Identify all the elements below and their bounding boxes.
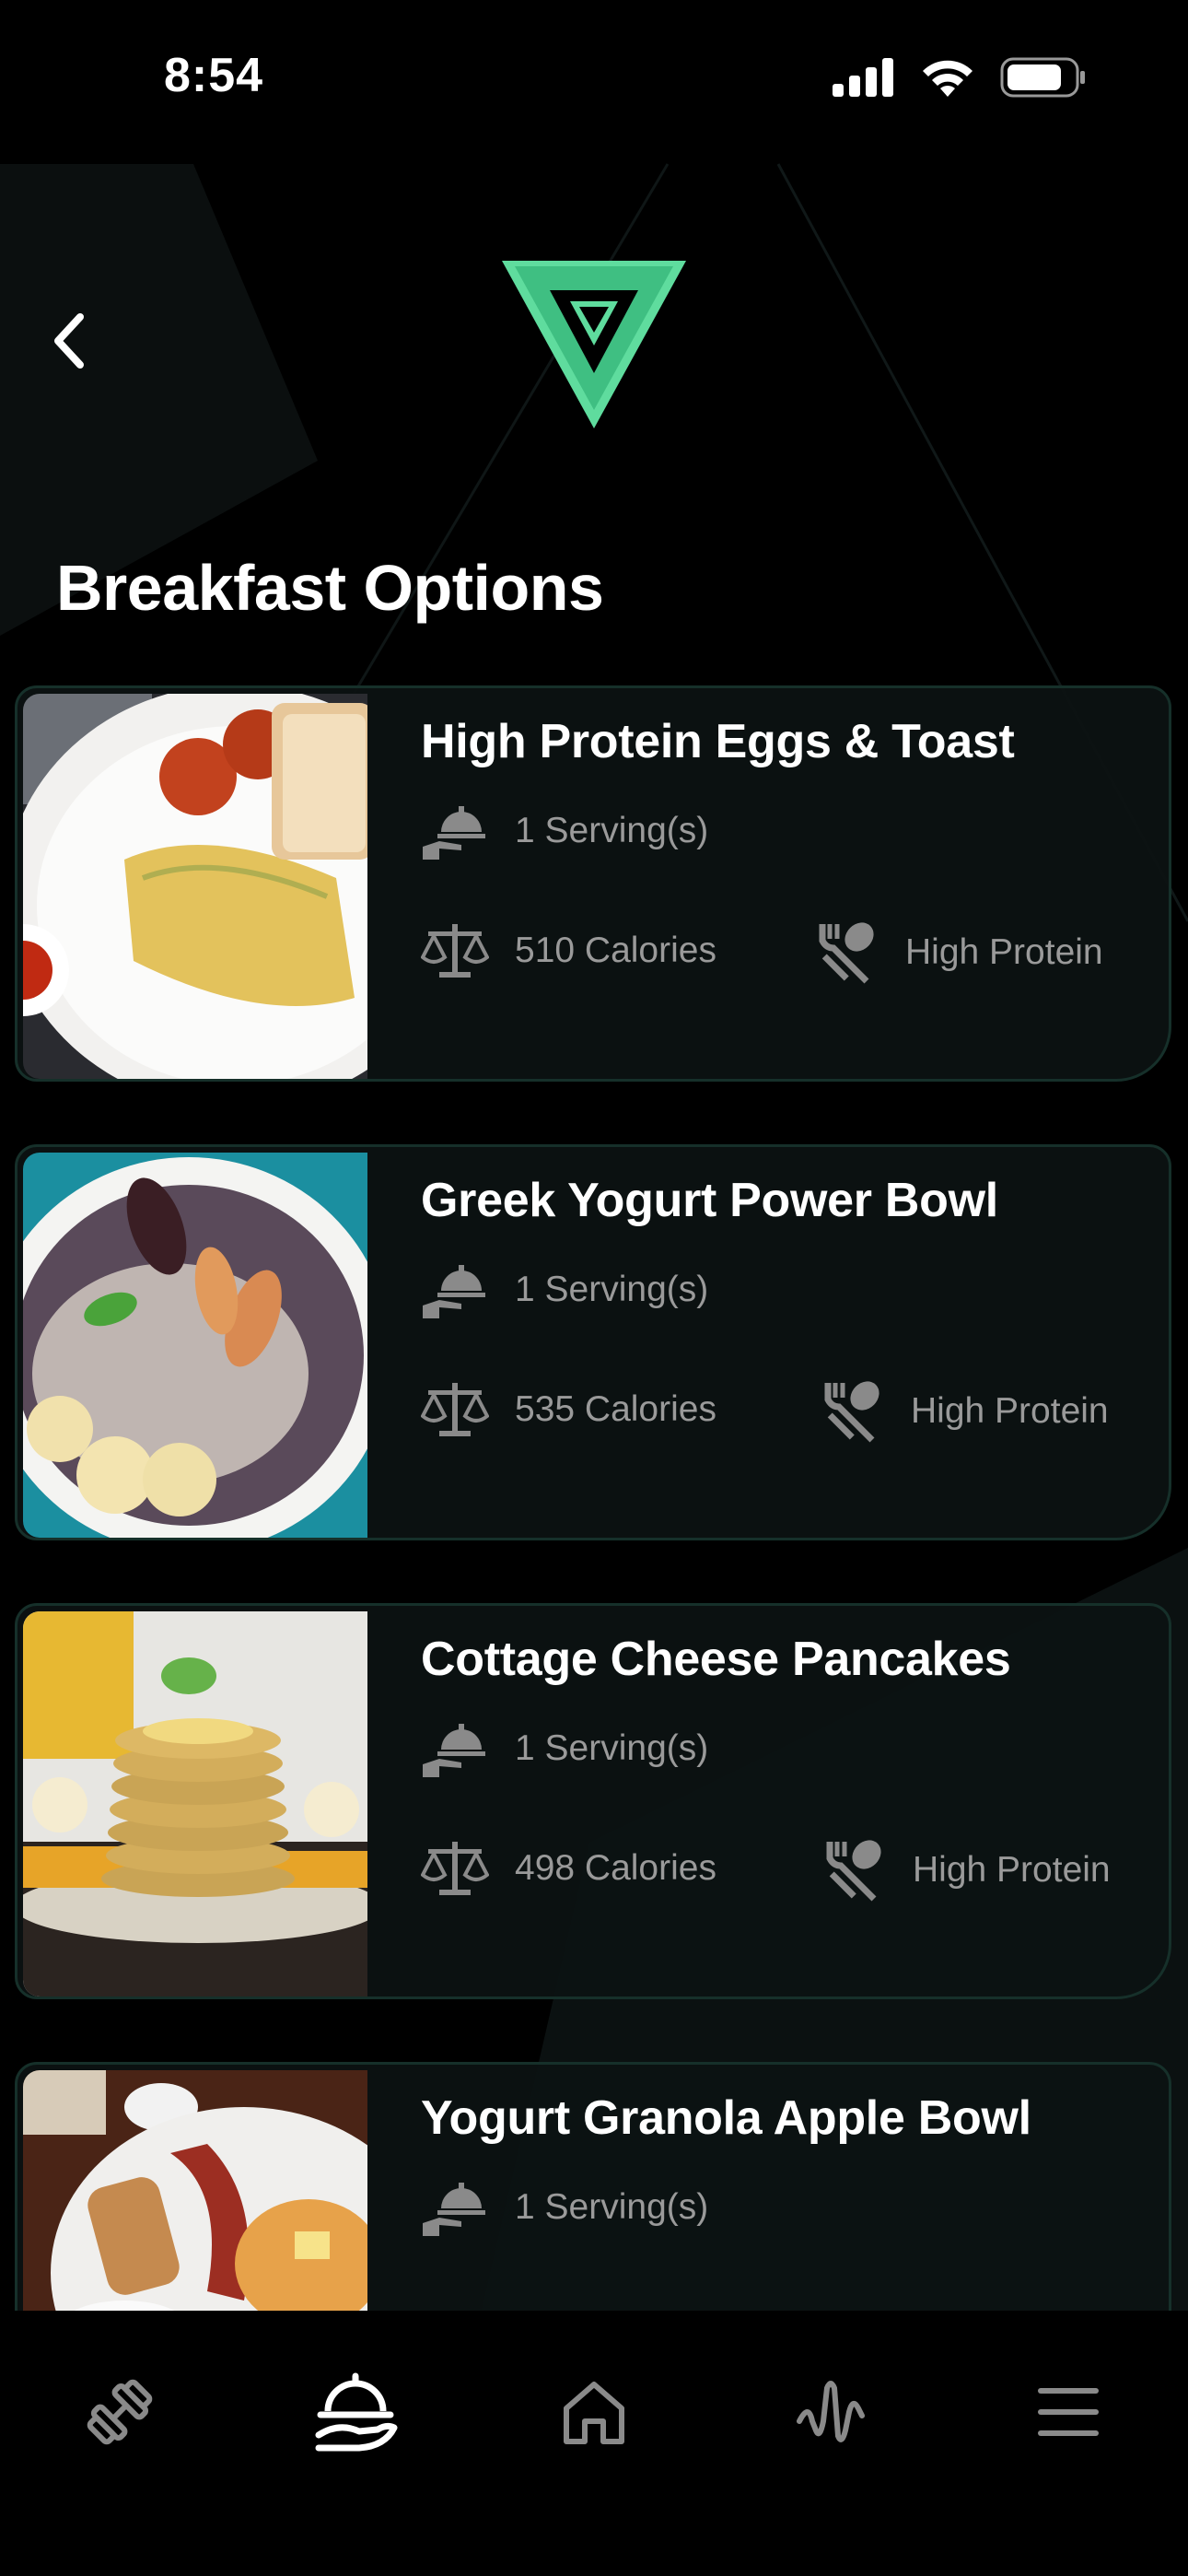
tab-workouts[interactable]: [74, 2366, 166, 2458]
meal-calories: 510 Calories: [421, 920, 716, 981]
serving-tray-icon: [423, 1265, 485, 1318]
wifi-icon: [923, 60, 973, 97]
serving-tray-icon: [423, 1724, 485, 1777]
brand-logo: [502, 261, 686, 428]
meal-photo: [23, 694, 367, 1079]
calories-label: 498 Calories: [515, 1848, 716, 1888]
meal-calories: 498 Calories: [421, 1838, 716, 1899]
tab-bar: [0, 2311, 1188, 2576]
home-icon: [564, 2382, 624, 2444]
utensils-icon: [819, 922, 874, 984]
meal-calories: 535 Calories: [421, 1379, 716, 1440]
dumbbell-icon: [87, 2379, 153, 2445]
signal-icon: [833, 58, 893, 97]
meal-title: High Protein Eggs & Toast: [421, 715, 1015, 768]
page-title: Breakfast Options: [56, 552, 604, 624]
activity-wave-icon: [797, 2381, 865, 2442]
meal-photo: [23, 1153, 367, 1538]
servings-label: 1 Serving(s): [515, 1728, 709, 1768]
tab-menu[interactable]: [1022, 2366, 1114, 2458]
battery-icon: [1000, 57, 1085, 98]
meal-title: Greek Yogurt Power Bowl: [421, 1174, 998, 1227]
menu-icon: [1038, 2388, 1099, 2436]
status-bar: 8:54: [0, 0, 1188, 157]
meal-card[interactable]: Greek Yogurt Power Bowl 1 Serving(s) 535…: [15, 1144, 1171, 1540]
chevron-left-icon: [54, 313, 84, 369]
calories-label: 510 Calories: [515, 931, 716, 970]
serving-tray-icon: [423, 2183, 485, 2236]
tab-activity[interactable]: [785, 2366, 877, 2458]
scale-icon: [421, 1842, 489, 1895]
meal-tag: High Protein: [821, 1379, 1109, 1444]
scale-icon: [421, 924, 489, 978]
meal-tag: High Protein: [815, 920, 1103, 985]
status-time: 8:54: [164, 49, 264, 102]
meal-servings: 1 Serving(s): [421, 801, 708, 861]
meal-list[interactable]: High Protein Eggs & Toast 1 Serving(s) 5…: [0, 682, 1188, 2313]
meal-photo: [23, 2070, 367, 2313]
meal-title: Yogurt Granola Apple Bowl: [421, 2091, 1031, 2145]
meal-card[interactable]: Cottage Cheese Pancakes 1 Serving(s) 498…: [15, 1603, 1171, 1999]
servings-label: 1 Serving(s): [515, 2187, 709, 2227]
servings-label: 1 Serving(s): [515, 1270, 709, 1309]
tab-nutrition[interactable]: [309, 2366, 402, 2458]
utensils-icon: [826, 1840, 881, 1902]
meal-card[interactable]: High Protein Eggs & Toast 1 Serving(s) 5…: [15, 685, 1171, 1082]
food-tray-icon: [315, 2372, 398, 2452]
meal-title: Cottage Cheese Pancakes: [421, 1633, 1011, 1686]
meal-photo: [23, 1611, 367, 1996]
meal-tag: High Protein: [822, 1838, 1111, 1903]
serving-tray-icon: [423, 806, 485, 860]
meal-servings: 1 Serving(s): [421, 1259, 708, 1320]
back-button[interactable]: [37, 304, 101, 378]
servings-label: 1 Serving(s): [515, 811, 709, 850]
meal-card[interactable]: Yogurt Granola Apple Bowl 1 Serving(s): [15, 2062, 1171, 2313]
tag-label: High Protein: [913, 1850, 1111, 1890]
tab-home[interactable]: [548, 2366, 640, 2458]
meal-servings: 1 Serving(s): [421, 2177, 708, 2238]
meal-servings: 1 Serving(s): [421, 1718, 708, 1779]
utensils-icon: [824, 1381, 879, 1443]
scale-icon: [421, 1383, 489, 1436]
tag-label: High Protein: [911, 1391, 1109, 1431]
calories-label: 535 Calories: [515, 1389, 716, 1429]
tag-label: High Protein: [905, 932, 1103, 972]
status-icons: [833, 57, 1087, 98]
